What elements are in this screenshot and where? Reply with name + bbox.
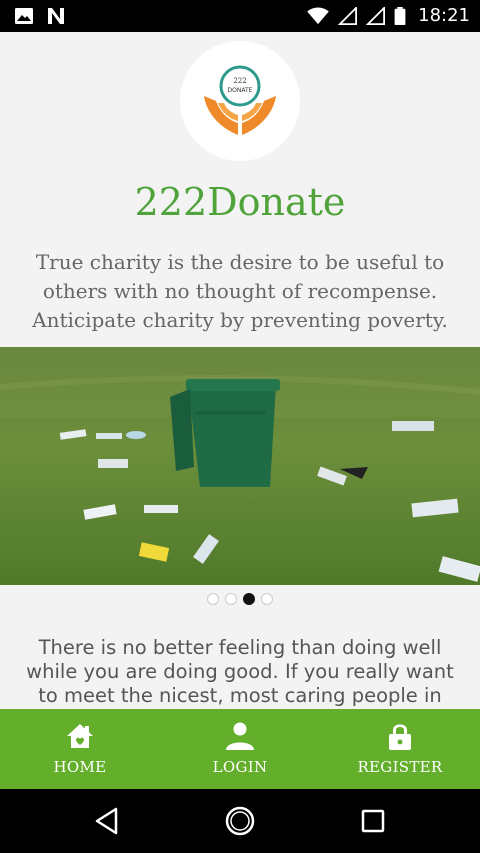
app-title: 222Donate — [134, 180, 346, 224]
home-icon — [67, 724, 93, 748]
signal-icon — [338, 6, 358, 25]
image-notification-icon — [15, 8, 33, 24]
signal-icon-2 — [366, 6, 386, 25]
carousel-dot-active[interactable] — [243, 593, 255, 605]
nav-home-button[interactable]: HOME — [0, 709, 160, 789]
system-navigation-bar — [0, 789, 480, 853]
carousel-dot[interactable] — [225, 593, 237, 605]
logo-text-top: 222 — [233, 77, 246, 85]
logo-text-bottom: DONATE — [228, 87, 253, 94]
charity-quote: True charity is the desire to be useful … — [32, 250, 448, 332]
battery-icon — [394, 6, 406, 25]
bottom-navigation: HOME LOGIN REGISTER — [0, 709, 480, 789]
nav-register-label: REGISTER — [357, 758, 443, 776]
carousel-indicator — [0, 593, 480, 605]
nav-login-button[interactable]: LOGIN — [160, 709, 320, 789]
recents-icon[interactable] — [357, 805, 389, 837]
status-bar: 18:21 — [0, 0, 480, 32]
carousel-image — [0, 347, 480, 585]
intro-paragraph: There is no better feeling than doing we… — [26, 636, 454, 707]
nav-home-label: HOME — [53, 758, 107, 776]
carousel-dot[interactable] — [261, 593, 273, 605]
status-time: 18:21 — [418, 5, 470, 26]
carousel-dot[interactable] — [207, 593, 219, 605]
wifi-icon — [307, 6, 329, 24]
app-logo: 222 DONATE — [180, 41, 300, 161]
nav-register-button[interactable]: REGISTER — [320, 709, 480, 789]
main-content[interactable]: 222 DONATE 222Donate True charity is the… — [0, 32, 480, 709]
n-notification-icon — [48, 8, 64, 24]
nav-login-label: LOGIN — [212, 758, 268, 776]
lock-icon — [389, 724, 411, 750]
back-icon[interactable] — [92, 805, 124, 837]
home-circle-icon[interactable] — [224, 805, 256, 837]
image-carousel[interactable] — [0, 347, 480, 585]
person-icon — [226, 722, 254, 750]
